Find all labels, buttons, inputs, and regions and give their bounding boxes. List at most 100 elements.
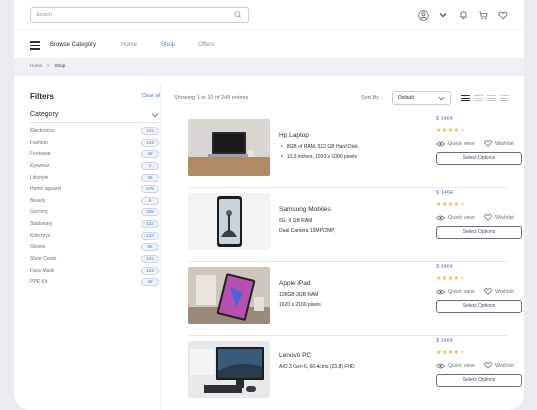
nav-browse-category[interactable]: Browse Category — [50, 40, 121, 50]
category-toggle[interactable]: Category — [30, 111, 159, 118]
product-spec: AIO 3 Gen 6, 60.4cms (23.8) FHD — [279, 364, 355, 370]
category-item[interactable]: Eyewear 1 — [30, 161, 159, 174]
select-options-button[interactable]: Select Options — [436, 152, 522, 165]
select-options-button[interactable]: Select Options — [436, 300, 522, 313]
product-actions: $ 1464 ★★★★★ Quick view Wishlist Select Opti… — [436, 189, 522, 239]
rating-stars: ★★★★★ — [436, 275, 522, 284]
eye-icon — [436, 289, 445, 294]
search-placeholder: Search — [36, 12, 52, 18]
quick-view-button[interactable]: Quick view — [436, 289, 484, 295]
category-item[interactable]: Beauty 5 — [30, 196, 159, 209]
eye-icon — [436, 141, 445, 146]
product-actions: $ 1464 ★★★★★ Quick view Wishlist Select Opti… — [436, 337, 522, 387]
category-label: Grocery — [30, 209, 48, 216]
breadcrumb-current: Shop — [54, 63, 66, 68]
category-count-badge: 5 — [141, 196, 159, 205]
bell-icon[interactable] — [456, 8, 470, 22]
sort-value: Default — [398, 95, 414, 101]
nav-home[interactable]: Home — [121, 40, 161, 50]
product-spec: Dual Camera 13MP/2MP, — [279, 228, 336, 234]
category-label: Face Mask — [30, 267, 55, 274]
quick-view-label: Quick view — [448, 214, 475, 221]
category-count-badge: 43 — [141, 150, 159, 159]
wishlist-label: Wishlist — [495, 362, 514, 369]
user-avatar-icon[interactable] — [416, 8, 430, 22]
category-item[interactable]: Stationary 123 — [30, 220, 159, 232]
category-item[interactable]: Grocery 455 — [30, 208, 159, 220]
breadcrumb: Home > Shop — [30, 63, 65, 68]
category-list: Electronics 103 Fashion 123 Footwear 43 Eyewea… — [30, 127, 159, 290]
menu-icon[interactable] — [30, 41, 40, 50]
wishlist-label: Wishlist — [495, 288, 514, 295]
product-spec: 8GB of RAM, 512 GB Hard Disk — [279, 142, 358, 152]
quick-view-button[interactable]: Quick view — [436, 215, 484, 221]
product-info: Hp Laptop 8GB of RAM, 512 GB Hard Disk13.… — [279, 131, 358, 162]
app-frame: Search Browse Category Home Shop Offers … — [14, 0, 524, 410]
eye-icon — [436, 215, 445, 220]
list-view-icon[interactable] — [461, 95, 470, 101]
category-item[interactable]: Fashion 123 — [30, 138, 159, 151]
category-item[interactable]: Electronics 103 — [30, 127, 159, 139]
chevron-down-icon — [438, 96, 445, 101]
nav-offers[interactable]: Offers — [198, 40, 214, 50]
category-label: Stationary — [30, 221, 53, 228]
quick-view-button[interactable]: Quick view — [436, 363, 484, 369]
quick-view-label: Quick view — [448, 288, 475, 295]
product-name[interactable]: Lenovo PC — [279, 351, 355, 360]
search-icon[interactable] — [233, 10, 243, 20]
quick-view-button[interactable]: Quick view — [436, 141, 484, 147]
filters-title: Filters — [30, 92, 55, 101]
wishlist-label: Wishlist — [495, 214, 514, 221]
product-name[interactable]: Samsung Mobiles — [279, 205, 335, 214]
wishlist-button[interactable]: Wishlist — [484, 140, 514, 147]
category-label: Beauty — [30, 197, 46, 204]
heart-icon[interactable] — [496, 8, 510, 22]
clear-all-link[interactable]: Clear all — [142, 93, 160, 99]
category-item[interactable]: Lifestyle 45 — [30, 173, 159, 186]
category-label: Kids toys — [30, 232, 51, 239]
grid-4-view-icon[interactable] — [500, 95, 509, 101]
top-bar: Search — [14, 0, 524, 30]
category-item[interactable]: Shoe Cover 133 — [30, 255, 159, 267]
wishlist-label: Wishlist — [495, 140, 514, 147]
product-image[interactable] — [188, 267, 270, 324]
quick-view-label: Quick view — [448, 140, 475, 147]
quick-view-label: Quick view — [448, 362, 475, 369]
category-item[interactable]: Footwear 43 — [30, 150, 159, 162]
select-options-button[interactable]: Select Options — [436, 226, 522, 239]
category-count-badge: 45 — [141, 173, 159, 182]
select-options-button[interactable]: Select Options — [436, 374, 522, 387]
category-count-badge: 123 — [141, 138, 159, 147]
product-name[interactable]: Hp Laptop — [279, 131, 358, 140]
search-input[interactable]: Search — [30, 7, 249, 23]
nav-shop[interactable]: Shop — [161, 40, 198, 50]
grid-view-icon[interactable] — [474, 95, 483, 101]
product-image[interactable] — [188, 341, 270, 398]
category-item[interactable]: Gloves 65 — [30, 243, 159, 255]
product-price: $ 1464 — [436, 190, 453, 196]
wishlist-button[interactable]: Wishlist — [484, 214, 514, 221]
category-label: Shoe Cover — [30, 256, 57, 263]
chevron-down-icon[interactable] — [436, 8, 450, 22]
sort-select[interactable]: Default — [392, 91, 451, 105]
divider — [30, 122, 159, 123]
category-label: PPE Kit — [30, 279, 48, 286]
category-title: Category — [30, 111, 59, 118]
cart-icon[interactable] — [476, 8, 490, 22]
product-actions: $ 1464 ★★★★★ Quick view Wishlist Select Opti… — [436, 115, 522, 165]
product-image[interactable] — [188, 193, 270, 250]
category-item[interactable]: Face Mask 123 — [30, 266, 159, 279]
product-name[interactable]: Apple iPad — [279, 279, 321, 288]
category-label: Lifestyle — [30, 174, 49, 181]
grid-3-view-icon[interactable] — [487, 95, 496, 101]
wishlist-button[interactable]: Wishlist — [484, 362, 514, 369]
product-info: Lenovo PC AIO 3 Gen 6, 60.4cms (23.8) FHD — [279, 351, 355, 372]
category-item[interactable]: PPE Kit 43 — [30, 278, 159, 290]
wishlist-button[interactable]: Wishlist — [484, 288, 514, 295]
category-count-badge: 133 — [141, 231, 159, 240]
category-item[interactable]: Kids toys 133 — [30, 231, 159, 244]
product-image[interactable] — [188, 119, 270, 176]
breadcrumb-home[interactable]: Home — [30, 63, 42, 68]
category-count-badge: 65 — [141, 243, 159, 252]
category-item[interactable]: Home apparel 678 — [30, 185, 159, 197]
